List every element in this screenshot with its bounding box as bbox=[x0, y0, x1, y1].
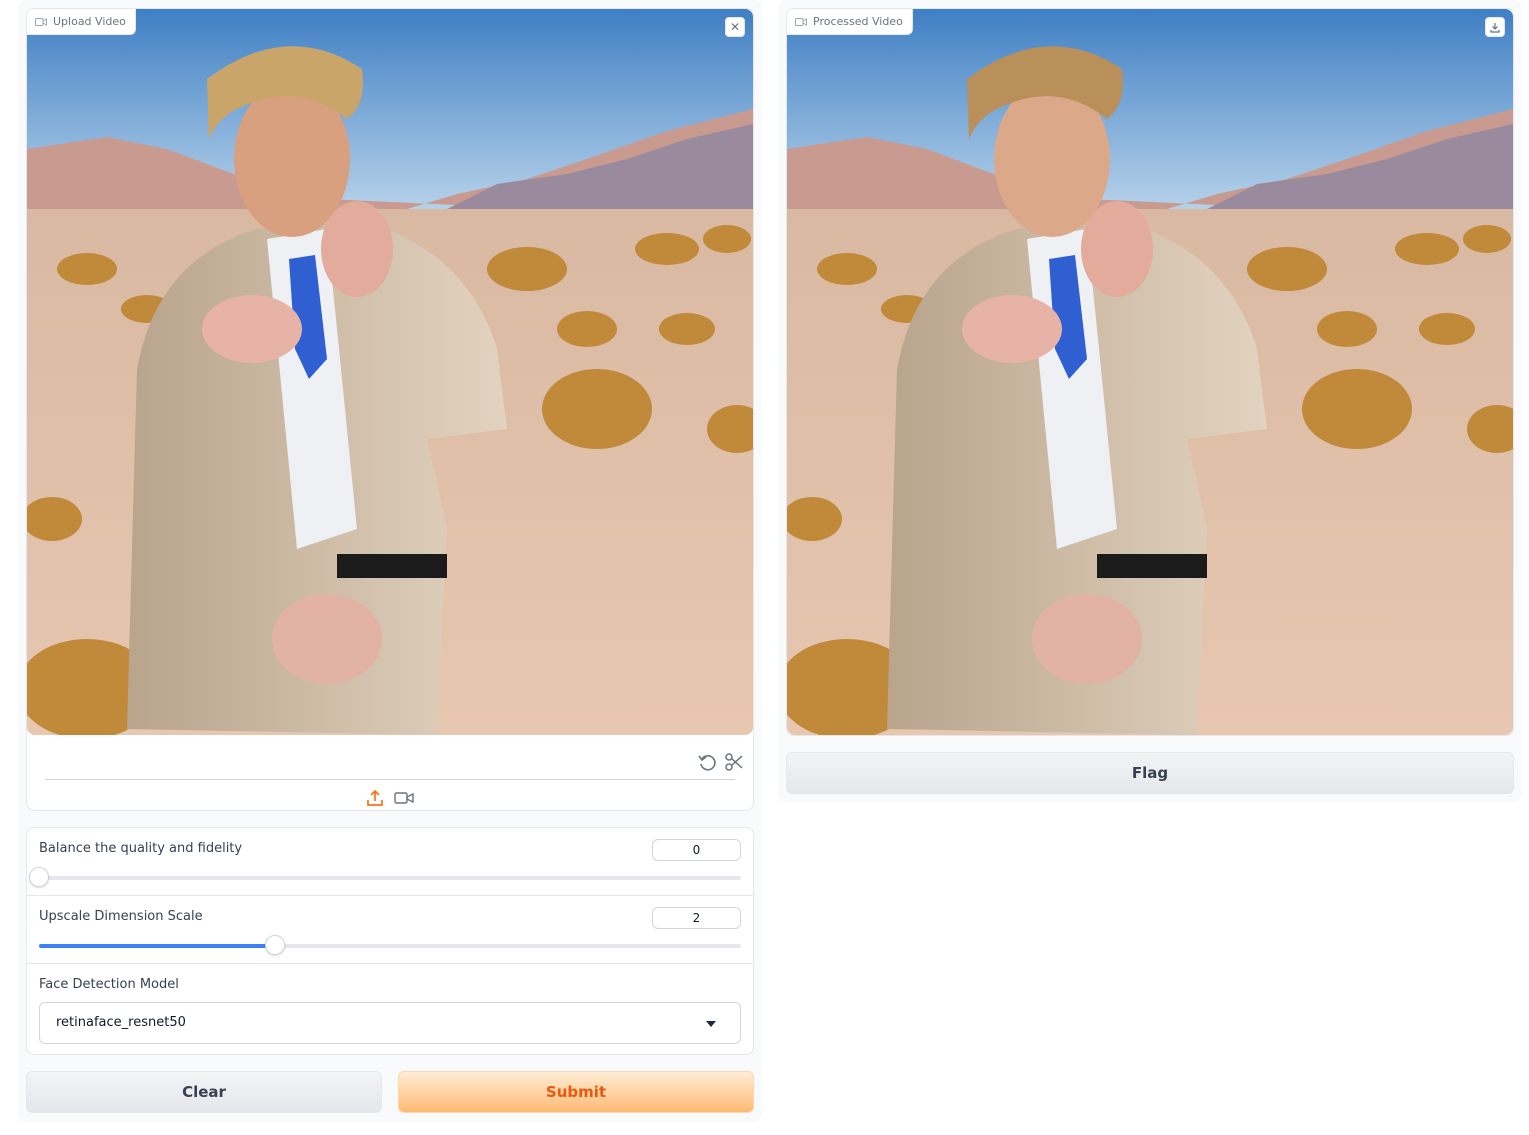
input-video-player[interactable] bbox=[27, 9, 753, 735]
video-source-selector bbox=[27, 789, 753, 810]
video-camera-icon bbox=[35, 17, 47, 26]
video-camera-icon bbox=[795, 17, 807, 26]
fidelity-number-input[interactable]: 0 bbox=[652, 839, 741, 861]
upscale-number-input[interactable]: 2 bbox=[652, 907, 741, 929]
video-camera-icon[interactable] bbox=[394, 789, 414, 807]
upscale-slider-row: Upscale Dimension Scale 2 bbox=[27, 896, 753, 964]
face-model-dropdown[interactable]: retinaface_resnet50 bbox=[39, 1002, 741, 1044]
upload-icon[interactable] bbox=[366, 789, 384, 807]
input-video-frame bbox=[27, 9, 753, 735]
timeline-divider bbox=[45, 779, 735, 780]
settings-panel: Balance the quality and fidelity 0 Upsca… bbox=[26, 827, 754, 1055]
video-edit-toolbar bbox=[27, 744, 753, 779]
upload-video-label: Upload Video bbox=[53, 15, 126, 28]
output-video-frame bbox=[787, 9, 1513, 735]
fidelity-slider-row: Balance the quality and fidelity 0 bbox=[27, 828, 753, 896]
undo-icon[interactable] bbox=[697, 752, 717, 772]
upscale-slider-fill bbox=[39, 944, 275, 948]
chevron-down-icon bbox=[706, 1021, 716, 1027]
download-button[interactable] bbox=[1485, 17, 1505, 37]
clear-button[interactable]: Clear bbox=[26, 1071, 382, 1113]
face-model-label: Face Detection Model bbox=[39, 977, 179, 992]
upscale-label: Upscale Dimension Scale bbox=[39, 909, 203, 924]
face-model-selected: retinaface_resnet50 bbox=[56, 1015, 186, 1030]
flag-button[interactable]: Flag bbox=[786, 752, 1514, 794]
upload-video-label-badge: Upload Video bbox=[27, 9, 136, 35]
fidelity-slider-thumb[interactable] bbox=[29, 867, 49, 887]
processed-video-component: Processed Video bbox=[786, 8, 1514, 736]
download-icon bbox=[1490, 22, 1500, 33]
clear-video-button[interactable]: ✕ bbox=[725, 17, 745, 37]
scissors-icon[interactable] bbox=[724, 752, 744, 772]
upload-video-component: Upload Video ✕ bbox=[26, 8, 754, 811]
fidelity-slider-track[interactable] bbox=[29, 867, 741, 887]
processed-video-label: Processed Video bbox=[813, 15, 903, 28]
close-icon: ✕ bbox=[729, 20, 741, 34]
input-column: Upload Video ✕ Balance the quality and f… bbox=[18, 0, 762, 1122]
upscale-slider-track[interactable] bbox=[39, 935, 741, 955]
output-column: Processed Video Flag bbox=[778, 0, 1522, 802]
output-video-player[interactable] bbox=[787, 9, 1513, 735]
submit-button[interactable]: Submit bbox=[398, 1071, 754, 1113]
processed-video-label-badge: Processed Video bbox=[787, 9, 913, 35]
fidelity-label: Balance the quality and fidelity bbox=[39, 841, 243, 856]
upscale-slider-thumb[interactable] bbox=[264, 935, 285, 955]
